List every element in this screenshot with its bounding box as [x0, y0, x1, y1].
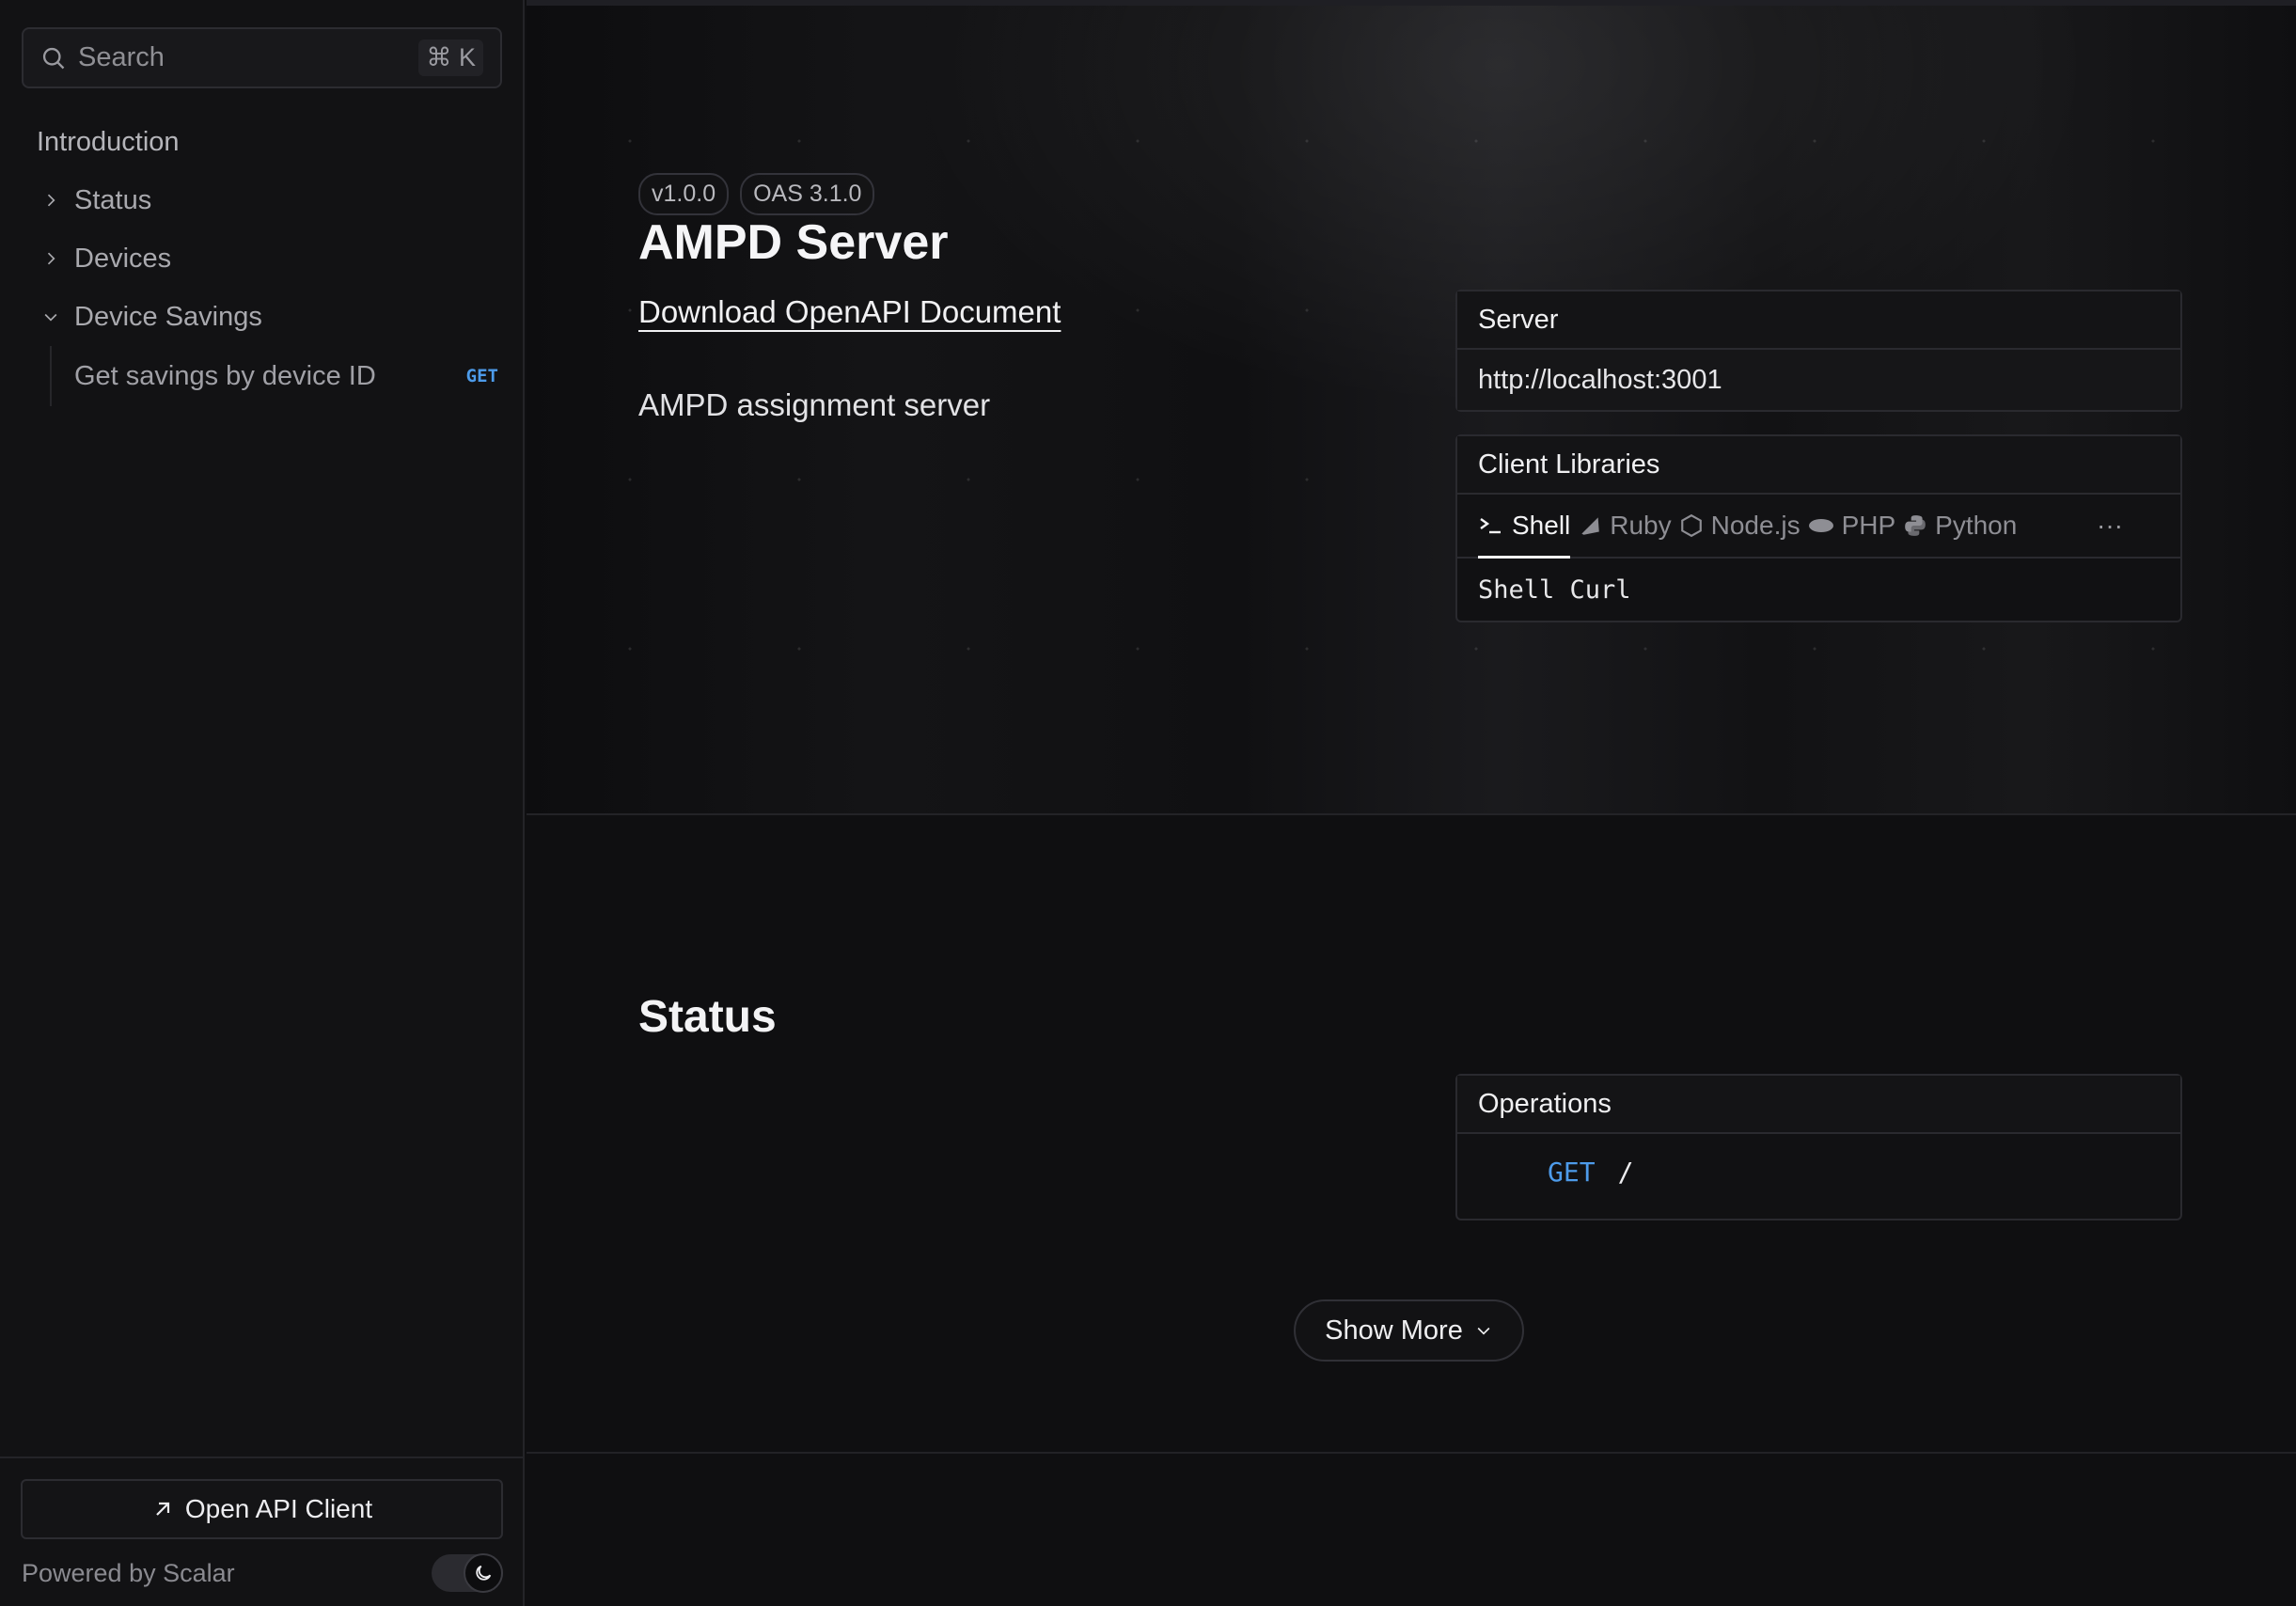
dark-mode-toggle[interactable] — [432, 1553, 503, 1593]
sidebar-item-label: Status — [74, 184, 152, 215]
chevron-right-icon — [37, 186, 65, 214]
show-more-label: Show More — [1325, 1315, 1463, 1346]
moon-icon — [464, 1553, 503, 1593]
version-badge: v1.0.0 — [638, 173, 730, 215]
open-api-client-label: Open API Client — [184, 1494, 373, 1523]
main-content: v1.0.0 OAS 3.1.0 AMPD Server Download Op… — [527, 0, 2296, 1606]
search-shortcut: ⌘ K — [418, 39, 483, 76]
tab-nodejs[interactable]: Node.js — [1679, 495, 1801, 557]
sidebar-item-label: Devices — [74, 243, 172, 274]
operations-heading: Operations — [1457, 1076, 2180, 1134]
chevron-down-icon — [37, 303, 65, 331]
tab-label: Shell — [1512, 511, 1571, 540]
server-url-select[interactable]: http://localhost:3001 — [1457, 350, 2180, 410]
status-section-title: Status — [638, 992, 777, 1042]
sidebar-nav: Introduction Status Devices Device Savin… — [22, 113, 502, 406]
version-badges: v1.0.0 OAS 3.1.0 — [638, 173, 875, 215]
terminal-icon — [1478, 514, 1504, 537]
sidebar-item-label: Introduction — [37, 126, 180, 157]
client-library-tabs: Shell Ruby Node.js PHP Python ··· — [1457, 495, 2180, 559]
sidebar-subitem-label: Get savings by device ID — [74, 360, 376, 391]
operation-row[interactable]: GET / — [1457, 1134, 2180, 1209]
sidebar-item-status[interactable]: Status — [22, 171, 502, 229]
arrow-up-right-icon — [151, 1498, 174, 1520]
ruby-icon — [1578, 513, 1602, 538]
sidebar-item-introduction[interactable]: Introduction — [22, 113, 502, 171]
download-openapi-link[interactable]: Download OpenAPI Document — [638, 294, 1061, 330]
tab-label: Node.js — [1710, 511, 1801, 540]
powered-by-text: Powered by Scalar — [22, 1559, 235, 1587]
chevron-down-icon — [1474, 1321, 1493, 1340]
section-divider — [527, 1452, 2296, 1454]
selected-client: Shell Curl — [1478, 575, 1631, 605]
api-description: AMPD assignment server — [638, 387, 991, 422]
oas-badge: OAS 3.1.0 — [740, 173, 875, 215]
client-libraries-heading: Client Libraries — [1457, 436, 2180, 495]
open-api-client-button[interactable]: Open API Client — [21, 1479, 503, 1539]
operation-method: GET — [1548, 1156, 1596, 1188]
sidebar: Search ⌘ K Introduction Status Devices D… — [0, 0, 525, 1606]
sidebar-item-devices[interactable]: Devices — [22, 229, 502, 288]
operations-card: Operations GET / — [1455, 1074, 2182, 1220]
tab-label: Python — [1935, 511, 2018, 540]
more-libraries-button[interactable]: ··· — [2097, 495, 2123, 557]
method-badge: GET — [465, 366, 498, 386]
intro-section: v1.0.0 OAS 3.1.0 AMPD Server Download Op… — [527, 0, 2296, 815]
server-heading: Server — [1457, 291, 2180, 350]
search-placeholder: Search — [78, 42, 165, 72]
page-title: AMPD Server — [638, 215, 949, 270]
nodejs-icon — [1679, 513, 1704, 538]
tab-label: PHP — [1841, 511, 1896, 540]
tab-shell[interactable]: Shell — [1478, 495, 1571, 559]
operation-path: / — [1617, 1156, 1634, 1188]
sidebar-item-device-savings[interactable]: Device Savings — [22, 288, 502, 346]
search-icon — [40, 44, 69, 72]
client-libraries-card: Client Libraries Shell Ruby Node.js PHP … — [1455, 434, 2182, 622]
tab-php[interactable]: PHP — [1808, 495, 1896, 557]
sidebar-footer: Open API Client Powered by Scalar — [0, 1456, 525, 1606]
show-more-button[interactable]: Show More — [1294, 1299, 1524, 1362]
sidebar-item-get-savings[interactable]: Get savings by device ID GET — [50, 346, 502, 406]
server-card: Server http://localhost:3001 — [1455, 290, 2182, 412]
tab-ruby[interactable]: Ruby — [1578, 495, 1672, 557]
php-icon — [1808, 516, 1834, 535]
tab-label: Ruby — [1610, 511, 1672, 540]
search-input[interactable]: Search ⌘ K — [22, 27, 502, 88]
python-icon — [1903, 513, 1927, 538]
tab-python[interactable]: Python — [1903, 495, 2017, 557]
chevron-right-icon — [37, 244, 65, 273]
sidebar-item-label: Device Savings — [74, 301, 262, 332]
